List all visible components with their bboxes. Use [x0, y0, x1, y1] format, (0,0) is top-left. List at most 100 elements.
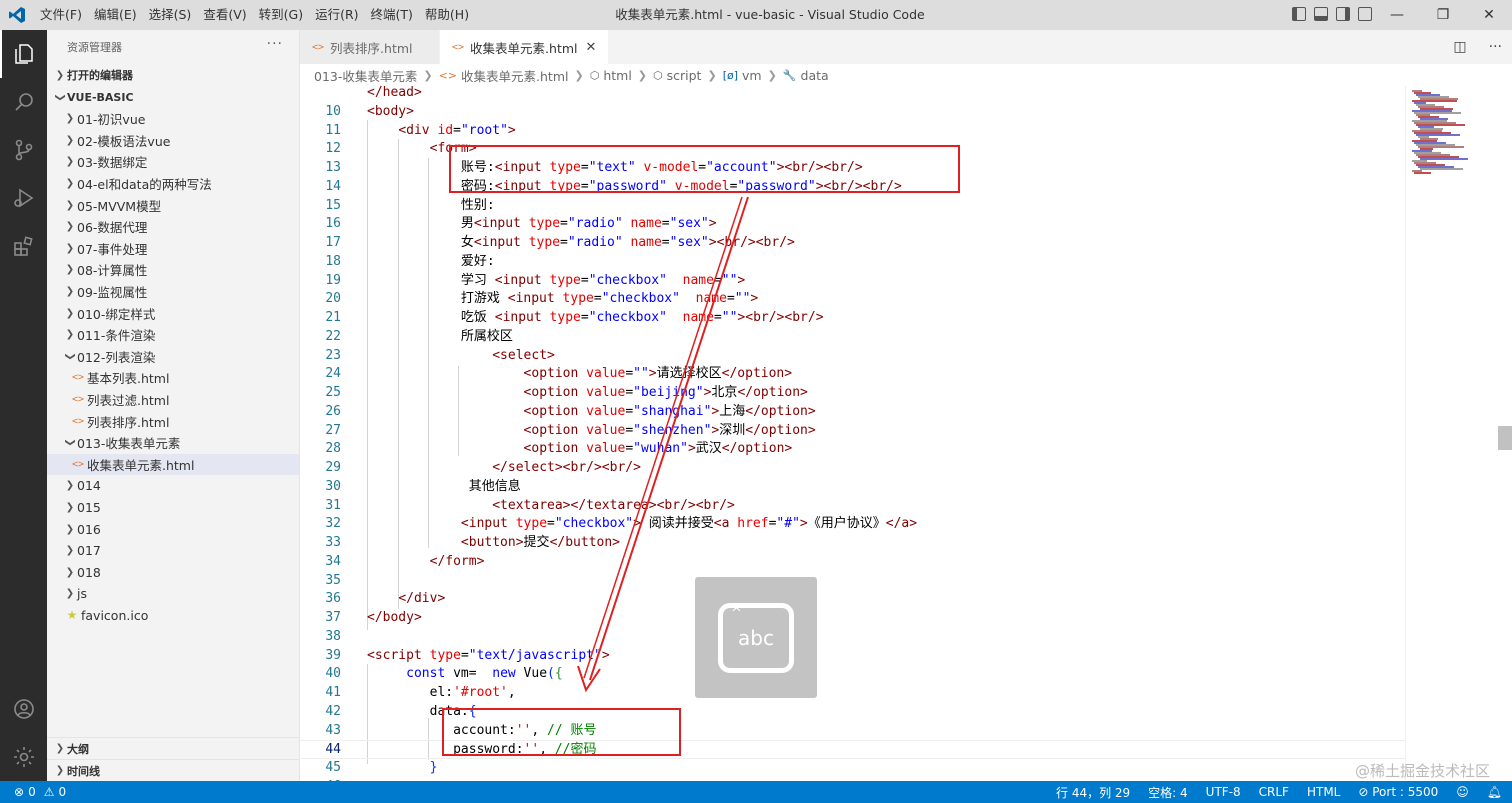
timeline-label: 时间线 [67, 764, 100, 778]
feedback-icon[interactable]: ☺ [1456, 785, 1469, 799]
tree-file[interactable]: <> 收集表单元素.html [47, 453, 299, 476]
chevron-right-icon: ❯ [423, 68, 433, 82]
line-number: 11 [325, 122, 341, 138]
tree-file[interactable]: <> 基本列表.html [47, 367, 299, 389]
menu-item[interactable]: 运行(R) [309, 0, 364, 30]
explorer-sidebar: 资源管理器 ··· ❯ 打开的编辑器 ❯ VUE-BASIC ❯ 01-初识vue… [47, 30, 300, 781]
encoding[interactable]: UTF-8 [1206, 785, 1241, 799]
line-number: 38 [325, 628, 341, 644]
tree-label: 基本列表.html [87, 371, 170, 387]
cursor-position[interactable]: 行 44，列 29 [1056, 784, 1130, 801]
project-label: VUE-BASIC [67, 90, 134, 104]
menu-item[interactable]: 编辑(E) [88, 0, 143, 30]
tree-folder[interactable]: ❯ 010-绑定样式 [47, 302, 299, 324]
tree-folder[interactable]: ❯ 04-el和data的两种写法 [47, 173, 299, 195]
tree-folder[interactable]: ❯ 011-条件渲染 [47, 324, 299, 346]
run-debug-icon[interactable] [0, 174, 47, 222]
line-text: 其他信息 [367, 478, 521, 494]
more-actions-icon[interactable]: ··· [267, 36, 283, 52]
open-editors-section[interactable]: ❯ 打开的编辑器 [47, 64, 299, 86]
breadcrumb-data[interactable]: data [801, 68, 829, 83]
extensions-icon[interactable] [0, 222, 47, 270]
code-line: 18 爱好: [300, 253, 1405, 272]
tree-label: 05-MVVM模型 [77, 198, 162, 214]
chevron-right-icon: ❯ [65, 329, 75, 341]
tree-folder[interactable]: ❯ 018 [47, 561, 299, 583]
line-number: 27 [325, 422, 341, 438]
code-line: 20 打游戏 <input type="checkbox" name=""> [300, 290, 1405, 309]
project-section[interactable]: ❯ VUE-BASIC [47, 86, 299, 108]
tree-folder[interactable]: ❯ 01-初识vue [47, 108, 299, 130]
outline-section[interactable]: ❯ 大纲 [47, 737, 300, 759]
code-line: 39 <script type="text/javascript"> [300, 647, 1405, 666]
tree-label: 收集表单元素.html [87, 457, 195, 473]
vertical-scrollbar-thumb[interactable] [1498, 426, 1512, 450]
restore-button[interactable]: ❐ [1420, 0, 1466, 30]
menu-item[interactable]: 帮助(H) [419, 0, 475, 30]
tree-folder[interactable]: ❯ 06-数据代理 [47, 216, 299, 238]
chevron-right-icon: ❯ [65, 113, 75, 125]
breadcrumb-vm[interactable]: vm [742, 68, 762, 83]
minimize-button[interactable]: — [1374, 0, 1420, 30]
live-server-port[interactable]: ⊘ Port : 5500 [1358, 785, 1438, 799]
breadcrumb-script[interactable]: script [667, 68, 702, 83]
tree-file[interactable]: <> 列表排序.html [47, 410, 299, 432]
indentation[interactable]: 空格: 4 [1148, 784, 1188, 801]
timeline-section[interactable]: ❯ 时间线 [47, 759, 300, 781]
notifications-bell-icon[interactable]: 🔔︎ [1487, 785, 1502, 799]
minimap[interactable] [1405, 86, 1512, 781]
more-actions-icon[interactable]: ··· [1489, 39, 1502, 55]
tree-folder[interactable]: ❯ 05-MVVM模型 [47, 194, 299, 216]
tree-folder[interactable]: ❯ js [47, 583, 299, 605]
line-number: 19 [325, 272, 341, 288]
tab-list-sort[interactable]: <> 列表排序.html [300, 30, 440, 64]
source-control-icon[interactable] [0, 126, 47, 174]
close-window-button[interactable]: ✕ [1466, 0, 1512, 30]
tree-folder[interactable]: ❯ 013-收集表单元素 [47, 432, 299, 454]
problems-indicator[interactable]: ⊗ 0 ⚠ 0 [0, 785, 66, 799]
breadcrumb-folder[interactable]: 013-收集表单元素 [314, 66, 417, 85]
tab-collect-form[interactable]: <> 收集表单元素.html ✕ [440, 30, 610, 64]
line-number: 40 [325, 666, 341, 682]
accounts-icon[interactable] [0, 685, 47, 733]
ime-indicator: ^ abc [695, 577, 817, 698]
menu-item[interactable]: 转到(G) [253, 0, 309, 30]
toggle-primary-sidebar-icon[interactable] [1292, 7, 1306, 21]
line-text: </head> [367, 86, 422, 100]
toggle-secondary-sidebar-icon[interactable] [1336, 7, 1350, 21]
tree-folder[interactable]: ❯ 015 [47, 497, 299, 519]
line-text: <input type="checkbox"> 阅读并接受<a href="#"… [460, 516, 918, 532]
line-number: 29 [325, 460, 341, 475]
menu-item[interactable]: 查看(V) [197, 0, 252, 30]
menu-item[interactable]: 终端(T) [365, 0, 419, 30]
tree-folder[interactable]: ❯ 014 [47, 475, 299, 497]
tree-folder[interactable]: ❯ 02-模板语法vue [47, 130, 299, 152]
tree-folder[interactable]: ❯ 012-列表渲染 [47, 346, 299, 368]
menu-item[interactable]: 文件(F) [34, 0, 88, 30]
tree-file[interactable]: <> 列表过滤.html [47, 389, 299, 411]
tree-file[interactable]: ★ favicon.ico [47, 605, 299, 627]
tree-folder[interactable]: ❯ 017 [47, 540, 299, 562]
split-editor-icon[interactable]: ◫ [1453, 39, 1466, 55]
line-text: 女<input type="radio" name="sex"><br/><br… [367, 235, 795, 250]
close-tab-icon[interactable]: ✕ [586, 40, 597, 55]
explorer-icon[interactable] [0, 30, 47, 78]
tree-folder[interactable]: ❯ 09-监视属性 [47, 281, 299, 303]
tree-folder[interactable]: ❯ 08-计算属性 [47, 259, 299, 281]
language-mode[interactable]: HTML [1307, 785, 1340, 799]
settings-gear-icon[interactable] [0, 733, 47, 781]
search-icon[interactable] [0, 78, 47, 126]
end-of-line[interactable]: CRLF [1259, 785, 1289, 799]
line-text: const vm= new Vue({ [406, 666, 563, 682]
customize-layout-icon[interactable] [1358, 7, 1372, 21]
tree-folder[interactable]: ❯ 03-数据绑定 [47, 151, 299, 173]
breadcrumb-file[interactable]: 收集表单元素.html [461, 66, 568, 85]
breadcrumb-html[interactable]: html [603, 68, 631, 83]
menu-item[interactable]: 选择(S) [143, 0, 198, 30]
tree-label: 013-收集表单元素 [77, 436, 181, 452]
tree-folder[interactable]: ❯ 016 [47, 518, 299, 540]
tree-folder[interactable]: ❯ 07-事件处理 [47, 238, 299, 260]
element-icon: ⬡ [589, 68, 600, 82]
code-line: 35 [300, 572, 1405, 591]
toggle-panel-icon[interactable] [1314, 7, 1328, 21]
